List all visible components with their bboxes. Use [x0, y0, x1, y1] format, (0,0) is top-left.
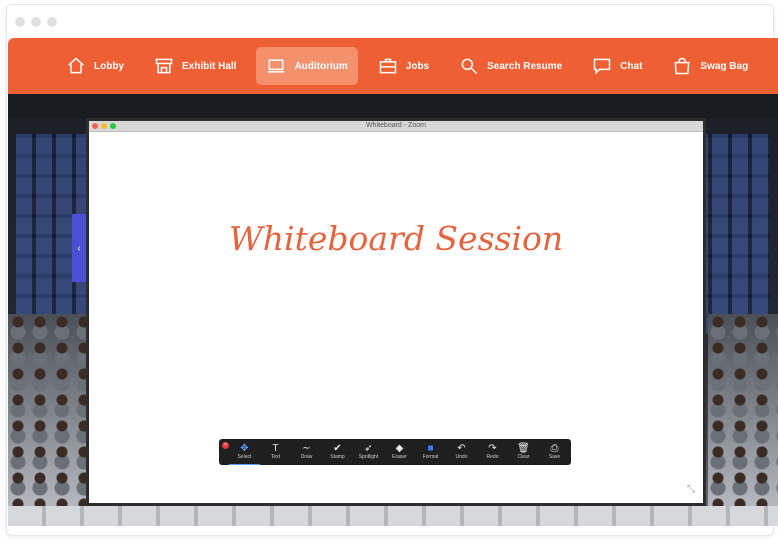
- tool-select[interactable]: ✥ Select: [229, 439, 260, 465]
- window-dot[interactable]: [15, 17, 25, 27]
- side-drawer-tab[interactable]: ‹: [72, 214, 86, 282]
- close-window-button[interactable]: [92, 123, 98, 129]
- tool-undo[interactable]: ↶ Undo: [446, 439, 477, 465]
- zoom-window-title: Whiteboard - Zoom: [366, 122, 426, 129]
- tool-text[interactable]: T Text: [260, 439, 291, 465]
- tool-redo[interactable]: ↷ Redo: [477, 439, 508, 465]
- redo-icon: ↷: [488, 443, 497, 454]
- nav-label: Exhibit Hall: [182, 60, 237, 72]
- tool-label: Save: [548, 454, 561, 460]
- window-dot[interactable]: [31, 17, 41, 27]
- draw-icon: ∼: [302, 443, 311, 454]
- format-icon: ■: [427, 443, 434, 454]
- eraser-icon: ◆: [395, 443, 404, 454]
- ceiling: [8, 94, 778, 118]
- resize-icon[interactable]: ⤡: [687, 484, 695, 495]
- whiteboard-heading: Whiteboard Session: [228, 219, 564, 258]
- whiteboard-toolbar: × ✥ Select T Text ∼ Draw ✔ Stamp ➶ Spotl…: [219, 439, 571, 465]
- bag-icon: [674, 57, 690, 75]
- laptop-icon: [268, 59, 285, 73]
- tool-label: Text: [270, 454, 281, 460]
- home-icon: [68, 57, 84, 74]
- tool-label: Redo: [486, 454, 499, 460]
- tool-save[interactable]: ⎙ Save: [539, 439, 570, 465]
- tool-label: Format: [422, 454, 439, 460]
- tool-draw[interactable]: ∼ Draw: [291, 439, 322, 465]
- tool-spotlight[interactable]: ➶ Spotlight: [353, 439, 384, 465]
- search-icon: [461, 58, 478, 75]
- nav-item-jobs[interactable]: Jobs: [368, 47, 439, 85]
- checkmark-icon: ✔: [333, 443, 342, 454]
- tool-label: Undo: [455, 454, 468, 460]
- tool-clear[interactable]: 🗑 Clear: [508, 439, 539, 465]
- save-icon: ⎙: [550, 443, 559, 454]
- nav-label: Lobby: [94, 60, 124, 72]
- nav-item-swag-bag[interactable]: Swag Bag: [662, 47, 758, 85]
- text-icon: T: [272, 443, 279, 454]
- tool-label: Select: [237, 453, 252, 460]
- nav-item-search-resume[interactable]: Search Resume: [449, 47, 572, 85]
- tool-label: Stamp: [330, 454, 345, 460]
- nav-label: Swag Bag: [700, 60, 749, 72]
- front-seats: [8, 506, 778, 526]
- nav-item-auditorium[interactable]: Auditorium: [256, 47, 358, 85]
- tool-format[interactable]: ■ Format: [415, 439, 446, 465]
- chat-icon: [593, 58, 611, 75]
- zoom-titlebar: Whiteboard - Zoom: [89, 121, 703, 132]
- nav-item-chat[interactable]: Chat: [582, 47, 652, 85]
- chevron-left-icon: ‹: [77, 242, 81, 254]
- nav-label: Chat: [620, 60, 643, 72]
- tool-label: Spotlight: [358, 454, 379, 460]
- audience-right: [708, 314, 778, 514]
- tool-label: Clear: [517, 454, 530, 460]
- briefcase-icon: [379, 58, 397, 74]
- top-navigation: Lobby Exhibit Hall Auditorium Jobs Searc…: [8, 38, 778, 94]
- maximize-window-button[interactable]: [110, 123, 116, 129]
- nav-item-lobby[interactable]: Lobby: [56, 47, 134, 85]
- undo-icon: ↶: [457, 443, 466, 454]
- tool-stamp[interactable]: ✔ Stamp: [322, 439, 353, 465]
- nav-label: Auditorium: [294, 60, 348, 72]
- store-icon: [155, 58, 173, 74]
- move-icon: ✥: [240, 442, 249, 454]
- tool-label: Eraser: [392, 454, 407, 460]
- spotlight-icon: ➶: [364, 443, 373, 454]
- nav-label: Jobs: [405, 60, 430, 72]
- nav-item-exhibit-hall[interactable]: Exhibit Hall: [144, 47, 246, 85]
- window-controls: [15, 17, 57, 27]
- audience-left: [8, 314, 90, 514]
- trash-icon: 🗑: [517, 443, 530, 454]
- close-toolbar-button[interactable]: ×: [222, 442, 229, 449]
- window-dot[interactable]: [47, 17, 57, 27]
- zoom-whiteboard-window: Whiteboard - Zoom Whiteboard Session × ✥…: [86, 118, 706, 506]
- nav-label: Search Resume: [487, 60, 563, 72]
- tool-label: Draw: [300, 454, 313, 460]
- minimize-window-button[interactable]: [101, 123, 107, 129]
- tool-eraser[interactable]: ◆ Eraser: [384, 439, 415, 465]
